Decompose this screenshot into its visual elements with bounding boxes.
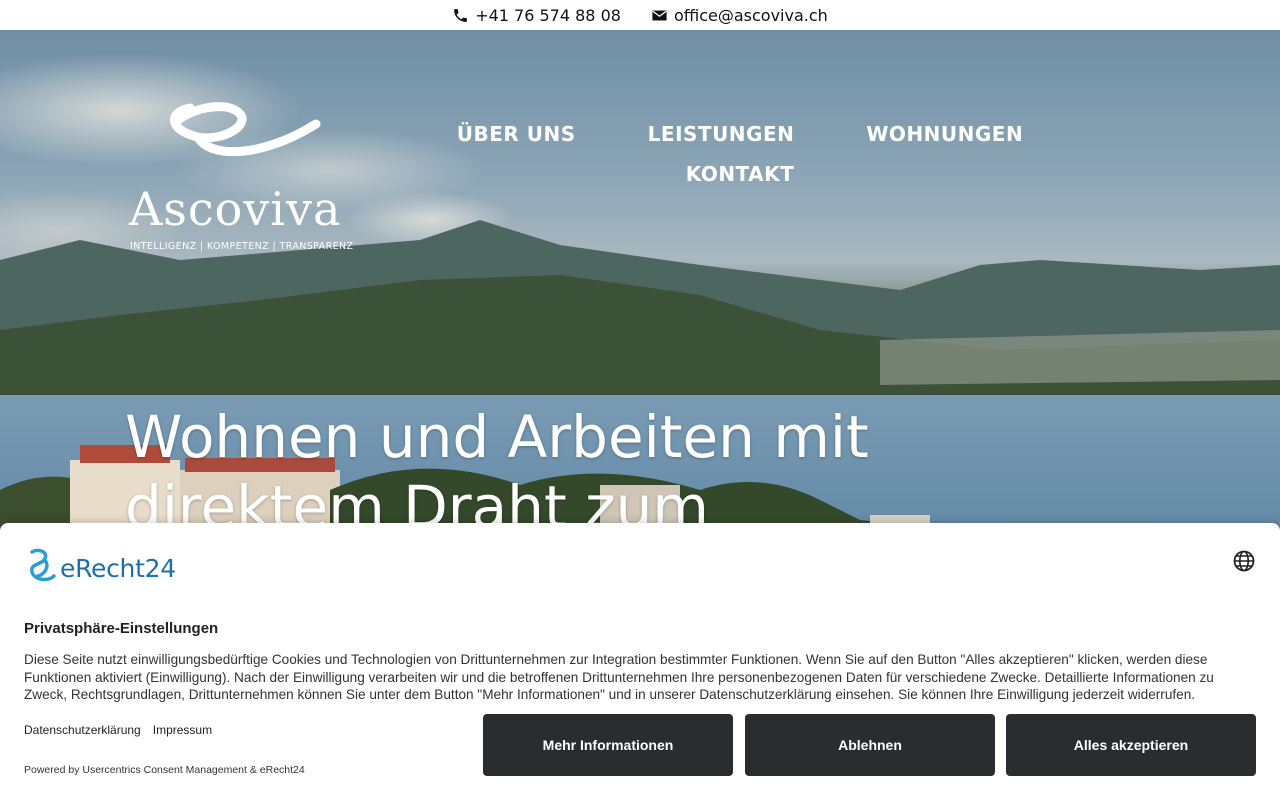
phone-icon bbox=[454, 8, 468, 22]
nav-item-wohnungen[interactable]: WOHNUNGEN bbox=[866, 122, 1023, 146]
nav-item-kontakt[interactable]: KONTAKT bbox=[686, 162, 795, 186]
nav-row-secondary: KONTAKT bbox=[430, 154, 1050, 194]
email-contact[interactable]: office@ascoviva.ch bbox=[651, 6, 828, 25]
accept-all-button[interactable]: Alles akzeptieren bbox=[1006, 714, 1256, 776]
hero-headline: Wohnen und Arbeiten mit direktem Draht z… bbox=[125, 403, 869, 541]
nav-item-ueber-uns[interactable]: ÜBER UNS bbox=[457, 122, 576, 146]
nav-item-leistungen[interactable]: LEISTUNGEN bbox=[648, 122, 795, 146]
email-address: office@ascoviva.ch bbox=[673, 5, 828, 25]
consent-title: Privatsphäre-Einstellungen bbox=[24, 620, 219, 637]
nav-row-primary: ÜBER UNS LEISTUNGEN WOHNUNGEN bbox=[430, 114, 1050, 154]
deny-button[interactable]: Ablehnen bbox=[745, 714, 995, 776]
privacy-policy-link[interactable]: Datenschutzerklärung bbox=[24, 723, 141, 737]
phone-contact[interactable]: +41 76 574 88 08 bbox=[452, 6, 621, 25]
more-info-button[interactable]: Mehr Informationen bbox=[483, 714, 733, 776]
erecht24-logo: eRecht24 bbox=[24, 548, 176, 588]
globe-icon[interactable] bbox=[1232, 549, 1256, 573]
main-navigation: ÜBER UNS LEISTUNGEN WOHNUNGEN KONTAKT bbox=[430, 114, 1050, 194]
logo-wordmark[interactable]: Ascoviva bbox=[129, 182, 341, 236]
cookie-consent-banner: eRecht24 Privatsphäre-Einstellungen Dies… bbox=[0, 523, 1280, 800]
erecht24-wordmark: eRecht24 bbox=[60, 553, 176, 583]
logo-tagline: INTELLIGENZ | KOMPETENZ | TRANSPARENZ bbox=[130, 241, 354, 252]
erecht24-symbol-icon bbox=[30, 548, 56, 582]
powered-by-text: Powered by Usercentrics Consent Manageme… bbox=[24, 764, 305, 776]
contact-bar: +41 76 574 88 08 office@ascoviva.ch bbox=[0, 0, 1280, 30]
consent-links: Datenschutzerklärung Impressum bbox=[24, 723, 212, 737]
consent-description: Diese Seite nutzt einwilligungsbedürftig… bbox=[24, 652, 1214, 702]
phone-number: +41 76 574 88 08 bbox=[475, 5, 621, 25]
imprint-link[interactable]: Impressum bbox=[153, 723, 212, 737]
envelope-icon bbox=[652, 10, 667, 20]
